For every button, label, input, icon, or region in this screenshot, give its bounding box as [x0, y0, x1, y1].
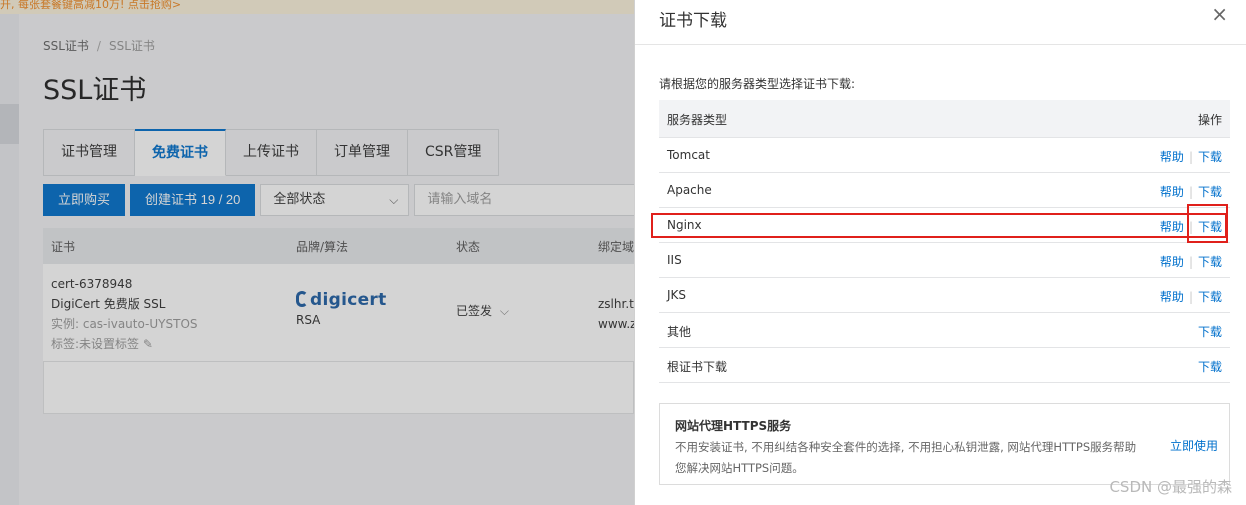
server-table-header: 服务器类型 操作	[659, 100, 1230, 138]
row-actions: 下载	[1198, 358, 1222, 375]
download-link[interactable]: 下载	[1198, 185, 1222, 199]
drawer-description: 请根据您的服务器类型选择证书下载:	[659, 77, 856, 91]
close-icon[interactable]: ×	[1211, 4, 1228, 24]
promo-title: 网站代理HTTPS服务	[675, 419, 792, 433]
download-link[interactable]: 下载	[1198, 255, 1222, 269]
action-divider: |	[1188, 185, 1193, 199]
server-type-name: 根证书下载	[667, 360, 728, 374]
action-divider: |	[1188, 255, 1193, 269]
server-type-name: 其他	[667, 325, 692, 339]
drawer-title: 证书下载	[659, 11, 727, 31]
row-actions: 帮助 | 下载	[1160, 183, 1222, 200]
download-link[interactable]: 下载	[1198, 325, 1222, 339]
help-link[interactable]: 帮助	[1160, 255, 1184, 269]
download-link[interactable]: 下载	[1198, 150, 1222, 164]
cert-download-drawer: 证书下载 × 请根据您的服务器类型选择证书下载: 服务器类型 操作 Tomcat…	[634, 0, 1246, 505]
table-row: 其他 下载	[659, 313, 1230, 348]
column-header-server-type: 服务器类型	[667, 113, 728, 127]
table-row: Apache 帮助 | 下载	[659, 173, 1230, 208]
column-header-operation: 操作	[1197, 113, 1222, 127]
use-now-link[interactable]: 立即使用	[1170, 437, 1218, 454]
action-divider: |	[1188, 150, 1193, 164]
server-type-name: IIS	[667, 253, 682, 267]
modal-overlay[interactable]	[0, 0, 634, 505]
server-type-table: 服务器类型 操作 Tomcat 帮助 | 下载 Apache 帮助 | 下载 Nginx…	[659, 100, 1230, 383]
table-row: 根证书下载 下载	[659, 348, 1230, 383]
drawer-divider	[635, 44, 1246, 45]
help-link[interactable]: 帮助	[1160, 185, 1184, 199]
row-actions: 帮助 | 下载	[1160, 288, 1222, 305]
help-link[interactable]: 帮助	[1160, 290, 1184, 304]
table-row: IIS 帮助 | 下载	[659, 243, 1230, 278]
download-link[interactable]: 下载	[1198, 290, 1222, 304]
nginx-row-highlight	[651, 213, 1227, 238]
promo-text: 不用安装证书, 不用纠结各种安全套件的选择, 不用担心私钥泄露, 网站代理HTT…	[675, 440, 1137, 475]
server-type-name: Tomcat	[667, 148, 710, 162]
row-actions: 帮助 | 下载	[1160, 148, 1222, 165]
download-link[interactable]: 下载	[1198, 360, 1222, 374]
row-actions: 帮助 | 下载	[1160, 253, 1222, 270]
server-type-name: JKS	[667, 288, 687, 302]
help-link[interactable]: 帮助	[1160, 150, 1184, 164]
table-row: Tomcat 帮助 | 下载	[659, 138, 1230, 173]
watermark: CSDN @最强的森	[1109, 478, 1232, 496]
row-actions: 下载	[1198, 323, 1222, 340]
action-divider: |	[1188, 290, 1193, 304]
server-type-name: Apache	[667, 183, 712, 197]
nginx-download-highlight	[1187, 204, 1228, 243]
table-row: JKS 帮助 | 下载	[659, 278, 1230, 313]
https-proxy-promo: 网站代理HTTPS服务 不用安装证书, 不用纠结各种安全套件的选择, 不用担心私…	[659, 403, 1230, 485]
